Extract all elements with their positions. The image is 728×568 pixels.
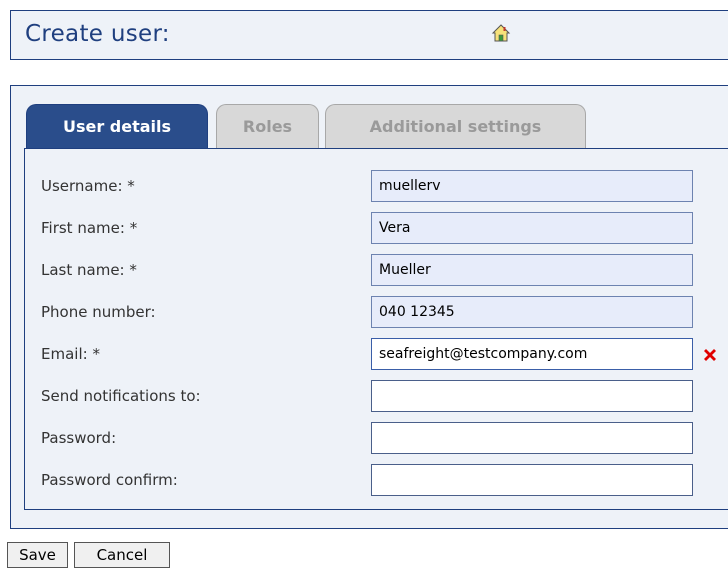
send-notifications-label: Send notifications to: <box>41 387 201 405</box>
phone-field[interactable] <box>371 296 693 328</box>
tab-user-details[interactable]: User details <box>26 104 208 150</box>
phone-label: Phone number: <box>41 303 156 321</box>
form-row-password: Password: <box>25 421 728 455</box>
page-header: Create user: <box>10 10 728 60</box>
form-row-password-confirm: Password confirm: <box>25 463 728 497</box>
tab-additional-settings[interactable]: Additional settings <box>325 104 586 148</box>
password-confirm-label: Password confirm: <box>41 471 178 489</box>
error-cross-icon <box>701 346 719 364</box>
email-field[interactable] <box>371 338 693 370</box>
cancel-button[interactable]: Cancel <box>74 542 170 568</box>
first-name-field[interactable] <box>371 212 693 244</box>
form-row-username: Username: * <box>25 169 728 203</box>
username-field[interactable] <box>371 170 693 202</box>
last-name-label: Last name: * <box>41 261 137 279</box>
password-field[interactable] <box>371 422 693 454</box>
form-row-first-name: First name: * <box>25 211 728 245</box>
username-label: Username: * <box>41 177 135 195</box>
user-details-content: Username: * First name: * Last name: * P… <box>24 148 728 510</box>
form-row-email: Email: * <box>25 337 728 371</box>
first-name-label: First name: * <box>41 219 138 237</box>
home-icon[interactable] <box>491 23 511 43</box>
form-row-notifications: Send notifications to: <box>25 379 728 413</box>
form-row-last-name: Last name: * <box>25 253 728 287</box>
user-form-panel: User details Roles Additional settings U… <box>10 85 728 529</box>
last-name-field[interactable] <box>371 254 693 286</box>
email-label: Email: * <box>41 345 100 363</box>
password-label: Password: <box>41 429 117 447</box>
form-row-phone: Phone number: <box>25 295 728 329</box>
tab-roles[interactable]: Roles <box>216 104 319 148</box>
password-confirm-field[interactable] <box>371 464 693 496</box>
save-button[interactable]: Save <box>7 542 68 568</box>
page-title: Create user: <box>25 21 170 47</box>
send-notifications-field[interactable] <box>371 380 693 412</box>
